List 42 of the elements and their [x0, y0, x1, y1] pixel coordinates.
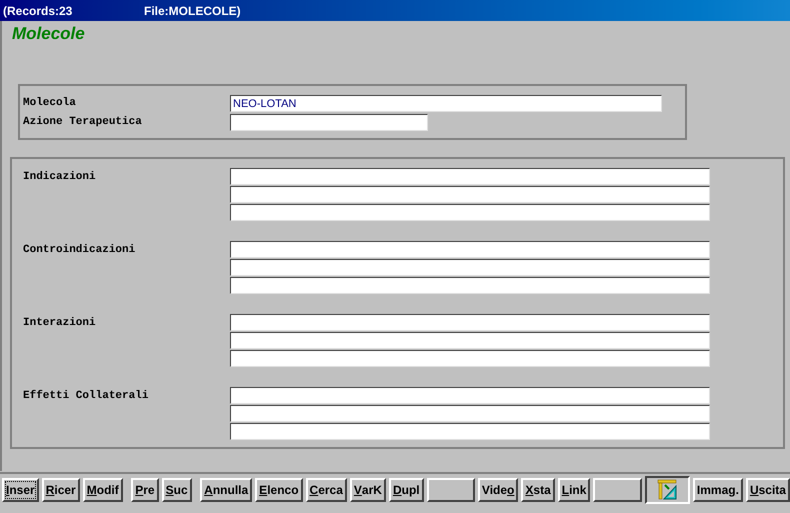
toolbar-button[interactable]: Pre — [131, 478, 159, 502]
form-title: Molecole — [12, 24, 86, 44]
toolbar-button[interactable]: Video — [478, 478, 518, 502]
toolbar-button[interactable]: VarK — [350, 478, 386, 502]
text-field[interactable] — [230, 314, 710, 331]
field-label: Effetti Collaterali — [23, 388, 150, 404]
toolbar-button[interactable]: Annulla — [200, 478, 252, 502]
field-label: Molecola — [23, 96, 77, 112]
toolbar-button[interactable]: Modif — [82, 478, 123, 502]
text-field[interactable] — [230, 405, 710, 422]
text-field[interactable] — [230, 277, 710, 294]
text-field[interactable] — [230, 259, 710, 276]
toolbar-button[interactable]: Link — [558, 478, 590, 502]
toolbar-button[interactable]: Ricer — [42, 478, 80, 502]
toolbar-button[interactable]: Xsta — [521, 478, 555, 502]
text-field[interactable] — [230, 241, 710, 258]
text-field[interactable] — [230, 387, 710, 404]
toolbar-button[interactable]: Elenco — [255, 478, 303, 502]
text-field[interactable] — [230, 114, 428, 131]
toolbar-button[interactable]: Uscita — [746, 478, 790, 502]
text-field[interactable] — [230, 423, 710, 440]
records-count: (Records:23 — [3, 2, 74, 20]
text-field[interactable] — [230, 204, 710, 221]
toolbar-button[interactable]: Inser — [2, 478, 39, 502]
toolbar-button[interactable]: Dupl — [388, 478, 424, 502]
text-field[interactable] — [230, 186, 710, 203]
file-name: File:MOLECOLE) — [144, 2, 241, 20]
toolbar-button[interactable]: Immag. — [692, 478, 743, 502]
blank-button[interactable] — [426, 478, 475, 502]
toolbar-button[interactable]: Suc — [162, 478, 192, 502]
blank-button[interactable] — [593, 478, 642, 502]
field-label: Indicazioni — [23, 170, 97, 185]
field-label: Azione Terapeutica — [23, 115, 143, 130]
text-field[interactable] — [230, 350, 710, 367]
drawing-tools-button[interactable] — [644, 476, 690, 504]
field-label: Controindicazioni — [23, 243, 136, 258]
text-field[interactable]: NEO-LOTAN — [230, 95, 662, 112]
text-field[interactable] — [230, 332, 710, 349]
field-label: Interazioni — [23, 316, 97, 331]
text-field[interactable] — [230, 168, 710, 185]
toolbar-button[interactable]: Cerca — [306, 478, 347, 502]
ruler-triangle-icon — [656, 479, 678, 501]
